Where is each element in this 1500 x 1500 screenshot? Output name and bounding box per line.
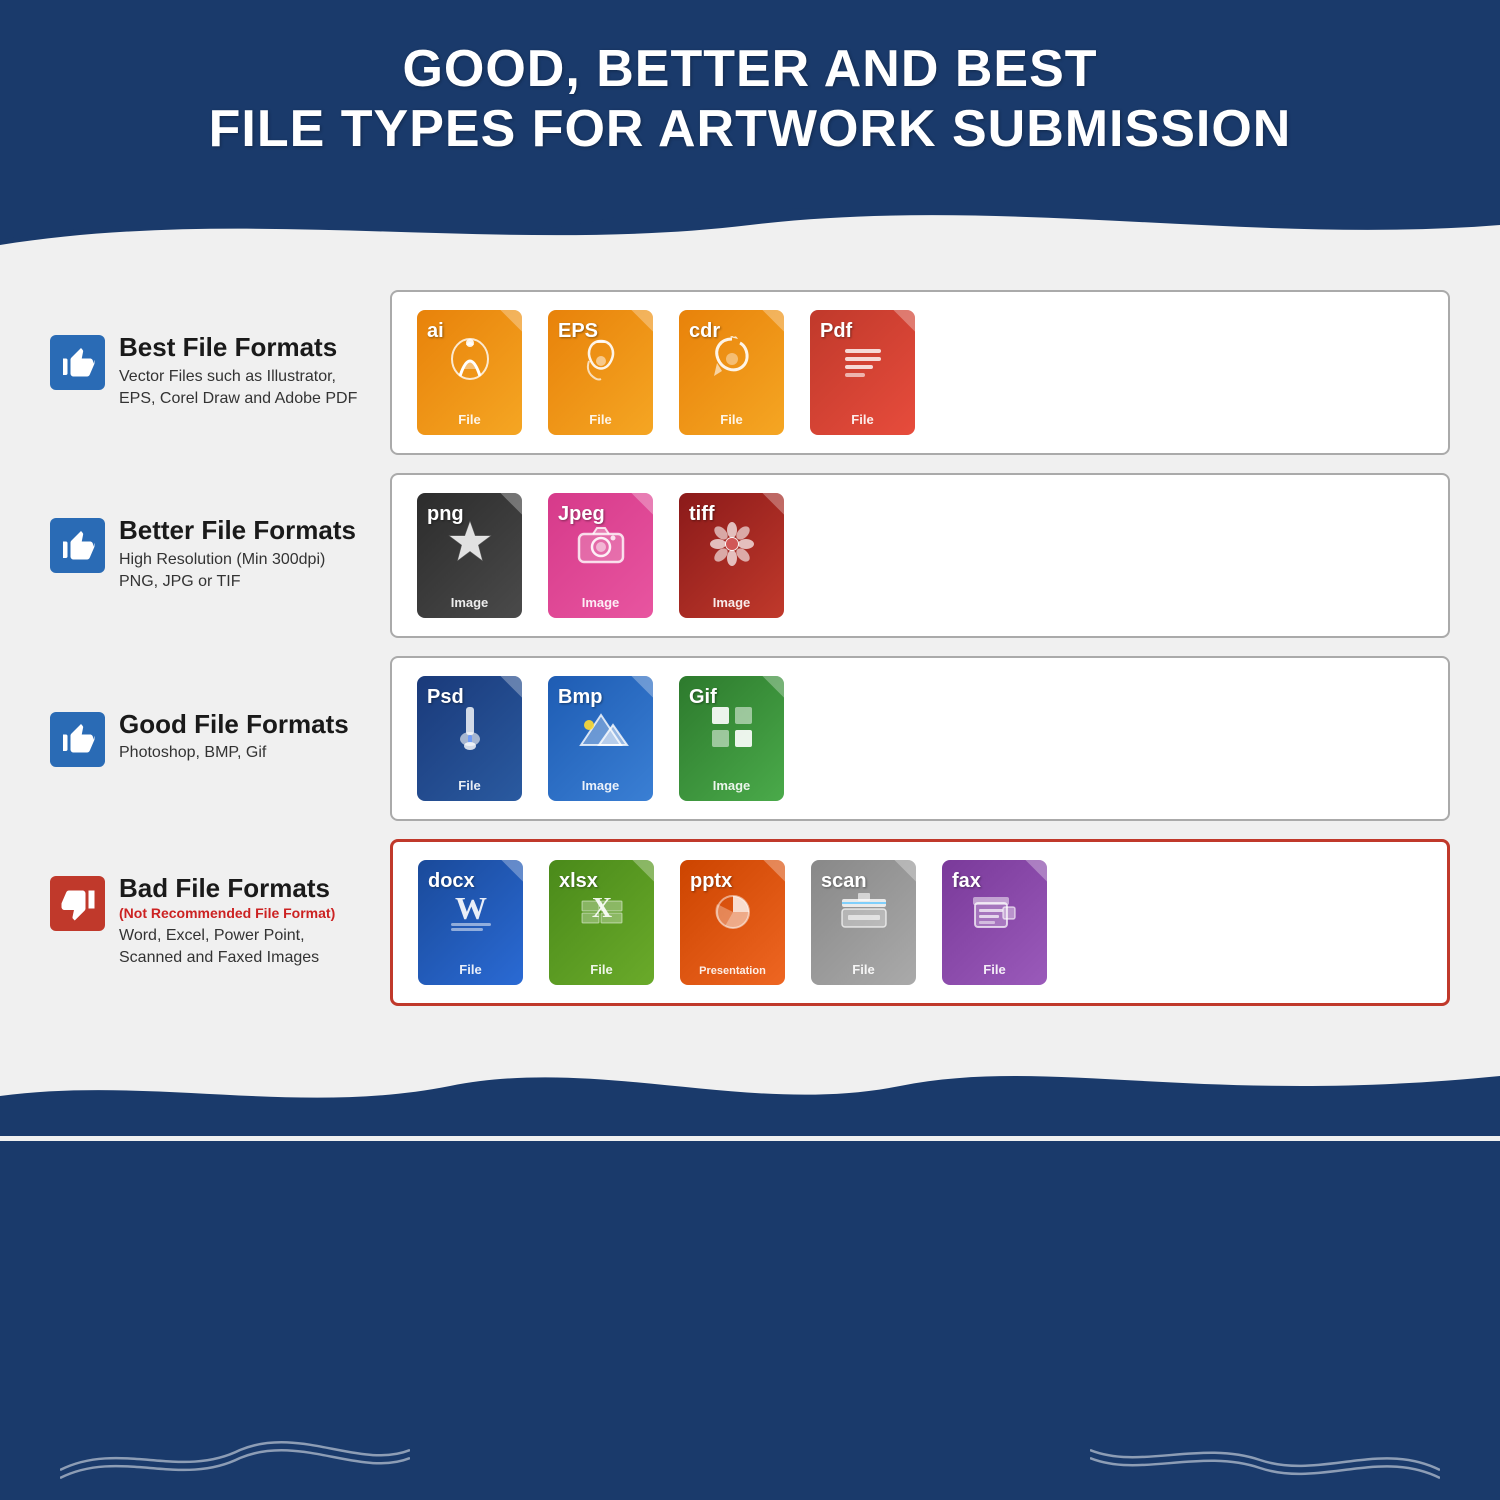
file-icon-scan: scan File: [806, 860, 921, 985]
file-icon-eps: EPS File: [543, 310, 658, 435]
bad-desc: Word, Excel, Power Point,Scanned and Fax…: [119, 925, 335, 970]
better-title: Better File Formats: [119, 516, 356, 545]
bad-label-area: Bad File Formats (Not Recommended File F…: [50, 874, 370, 969]
file-icon-tiff: tiff: [674, 493, 789, 618]
file-shape-cdr: cdr File: [679, 310, 784, 435]
best-thumbs-icon: [50, 335, 105, 390]
file-shape-scan: scan File: [811, 860, 916, 985]
file-shape-gif: Gif Image: [679, 676, 784, 801]
better-thumbs-icon: [50, 518, 105, 573]
footer: [0, 1141, 1500, 1500]
file-shape-xlsx: xlsx X File: [549, 860, 654, 985]
content-area: Best File Formats Vector Files such as I…: [0, 260, 1500, 1036]
file-shape-docx: docx W File: [418, 860, 523, 985]
file-shape-fax: fax File: [942, 860, 1047, 985]
main-container: GOOD, BETTER AND BEST FILE TYPES FOR ART…: [0, 0, 1500, 1500]
good-title: Good File Formats: [119, 710, 349, 739]
file-shape-eps: EPS File: [548, 310, 653, 435]
best-title: Best File Formats: [119, 333, 357, 362]
file-shape-bmp: Bmp Image: [548, 676, 653, 801]
bad-title: Bad File Formats: [119, 874, 335, 903]
best-files-box: ai File: [390, 290, 1450, 455]
bottom-wave-area: [0, 1036, 1500, 1141]
bad-files-box: docx W File xlsx: [390, 839, 1450, 1006]
wave-lines-left: [60, 1430, 410, 1480]
file-shape-ai: ai File: [417, 310, 522, 435]
file-shape-tiff: tiff: [679, 493, 784, 618]
bad-subtitle: (Not Recommended File Format): [119, 905, 335, 921]
file-icon-xlsx: xlsx X File: [544, 860, 659, 985]
file-shape-jpeg: Jpeg Image: [548, 493, 653, 618]
best-label-text: Best File Formats Vector Files such as I…: [119, 333, 357, 410]
better-desc: High Resolution (Min 300dpi)PNG, JPG or …: [119, 549, 356, 594]
file-icon-gif: Gif Image: [674, 676, 789, 801]
file-icon-pdf: Pdf File: [805, 310, 920, 435]
good-label-text: Good File Formats Photoshop, BMP, Gif: [119, 710, 349, 765]
good-thumbs-icon: [50, 712, 105, 767]
bad-thumbs-icon: [50, 876, 105, 931]
file-shape-psd: Psd File: [417, 676, 522, 801]
better-files-box: png Image Jpeg: [390, 473, 1450, 638]
file-icon-psd: Psd File: [412, 676, 527, 801]
file-shape-pdf: Pdf File: [810, 310, 915, 435]
file-icon-cdr: cdr File: [674, 310, 789, 435]
file-icon-png: png Image: [412, 493, 527, 618]
best-desc: Vector Files such as Illustrator,EPS, Co…: [119, 366, 357, 411]
good-desc: Photoshop, BMP, Gif: [119, 742, 349, 764]
good-files-box: Psd File: [390, 656, 1450, 821]
bad-row: Bad File Formats (Not Recommended File F…: [50, 839, 1450, 1006]
header: GOOD, BETTER AND BEST FILE TYPES FOR ART…: [0, 0, 1500, 190]
good-row: Good File Formats Photoshop, BMP, Gif Ps…: [50, 656, 1450, 821]
bad-label-text: Bad File Formats (Not Recommended File F…: [119, 874, 335, 969]
file-icon-jpeg: Jpeg Image: [543, 493, 658, 618]
best-row: Best File Formats Vector Files such as I…: [50, 290, 1450, 455]
file-icon-pptx: pptx Presentation: [675, 860, 790, 985]
header-title: GOOD, BETTER AND BEST FILE TYPES FOR ART…: [60, 40, 1440, 160]
svg-text:W: W: [455, 890, 487, 926]
file-shape-png: png Image: [417, 493, 522, 618]
file-icon-bmp: Bmp Image: [543, 676, 658, 801]
wave-top: [0, 190, 1500, 260]
file-shape-pptx: pptx Presentation: [680, 860, 785, 985]
better-label-area: Better File Formats High Resolution (Min…: [50, 516, 370, 593]
file-icon-docx: docx W File: [413, 860, 528, 985]
file-icon-ai: ai File: [412, 310, 527, 435]
good-label-area: Good File Formats Photoshop, BMP, Gif: [50, 710, 370, 767]
best-label-area: Best File Formats Vector Files such as I…: [50, 333, 370, 410]
wave-lines-right: [1090, 1430, 1440, 1480]
better-row: Better File Formats High Resolution (Min…: [50, 473, 1450, 638]
file-icon-fax: fax File: [937, 860, 1052, 985]
better-label-text: Better File Formats High Resolution (Min…: [119, 516, 356, 593]
pen-icon-ai: [440, 331, 500, 391]
